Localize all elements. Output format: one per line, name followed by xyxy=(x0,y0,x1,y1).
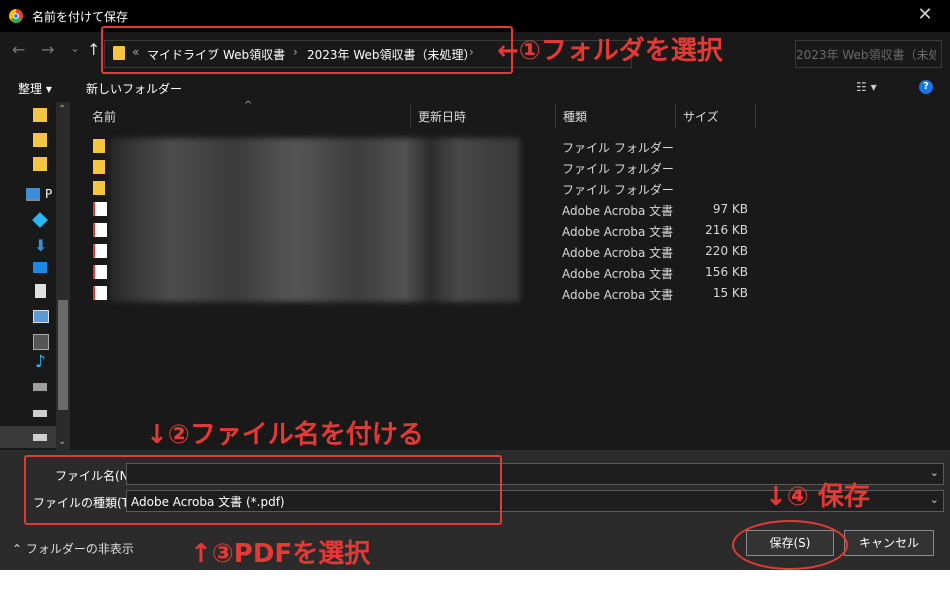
drive-icon[interactable] xyxy=(33,410,47,417)
file-size[interactable]: 97 KB xyxy=(690,202,748,216)
file-type[interactable]: Adobe Acroba 文書 xyxy=(562,223,673,240)
folder-icon xyxy=(93,139,105,153)
drive-icon[interactable] xyxy=(33,434,47,441)
organize-button[interactable]: 整理 ▾ xyxy=(18,80,52,97)
annotation-step2: ↓②ファイル名を付ける xyxy=(146,420,424,450)
sidebar-item-selected[interactable] xyxy=(0,426,56,448)
recent-locations-icon[interactable]: ⌄ xyxy=(70,41,80,55)
chevron-down-icon[interactable]: ⌄ xyxy=(930,466,939,479)
annotation-circle-save xyxy=(732,520,848,570)
back-icon[interactable]: ← xyxy=(12,40,25,59)
column-divider[interactable] xyxy=(675,104,676,128)
column-header-modified[interactable]: 更新日時 xyxy=(418,108,466,125)
annotation-step3: ↑③PDFを選択 xyxy=(190,539,371,569)
desktop-icon[interactable] xyxy=(33,262,47,273)
pdf-file-icon xyxy=(93,202,107,216)
close-icon[interactable]: ✕ xyxy=(910,4,940,25)
blurred-file-names xyxy=(110,138,520,302)
folder-icon[interactable] xyxy=(33,157,47,171)
column-header-size[interactable]: サイズ xyxy=(683,108,719,125)
help-icon[interactable]: ? xyxy=(919,80,933,94)
up-icon[interactable]: ↑ xyxy=(87,40,100,59)
hide-folders-label: フォルダーの非表示 xyxy=(25,542,134,556)
search-placeholder: 2023年 Web領収書（未処理... xyxy=(796,48,936,62)
music-icon[interactable]: ♪ xyxy=(35,352,46,372)
sort-caret-icon: ^ xyxy=(244,100,253,111)
chevron-down-icon[interactable]: ⌄ xyxy=(58,436,66,447)
sidebar-scroll-thumb[interactable] xyxy=(58,300,68,410)
chevron-down-icon[interactable]: ⌄ xyxy=(930,493,939,506)
column-divider[interactable] xyxy=(555,104,556,128)
folder-icon xyxy=(93,181,105,195)
file-type[interactable]: ファイル フォルダー xyxy=(562,139,674,156)
file-type[interactable]: Adobe Acroba 文書 xyxy=(562,202,673,219)
folder-icon xyxy=(93,160,105,174)
pdf-file-icon xyxy=(93,286,107,300)
chevron-up-icon[interactable]: ⌃ xyxy=(58,104,66,115)
file-size[interactable]: 15 KB xyxy=(690,286,748,300)
drive-icon[interactable] xyxy=(33,383,47,391)
annotation-box-form xyxy=(24,455,502,525)
column-divider[interactable] xyxy=(755,104,756,128)
videos-icon[interactable] xyxy=(33,334,49,350)
file-size[interactable]: 156 KB xyxy=(690,265,748,279)
chrome-icon xyxy=(9,9,23,23)
pictures-icon[interactable] xyxy=(33,310,49,323)
pdf-file-icon xyxy=(93,223,107,237)
annotation-box-folder xyxy=(101,26,513,74)
forward-icon[interactable]: → xyxy=(41,40,54,59)
file-size[interactable]: 220 KB xyxy=(690,244,748,258)
annotation-step1: ←①フォルダを選択 xyxy=(497,36,723,66)
file-type[interactable]: ファイル フォルダー xyxy=(562,181,674,198)
new-folder-button[interactable]: 新しいフォルダー xyxy=(86,80,182,97)
column-header-type[interactable]: 種類 xyxy=(563,108,587,125)
window-title: 名前を付けて保存 xyxy=(32,10,129,24)
annotation-step4: ↓④ 保存 xyxy=(765,482,870,512)
view-options-button[interactable]: ☷ ▾ xyxy=(856,80,877,94)
hide-folders-toggle[interactable]: ⌃ フォルダーの非表示 xyxy=(12,540,134,557)
pc-icon[interactable] xyxy=(26,188,40,201)
downloads-icon[interactable]: ⬇ xyxy=(34,236,47,255)
sidebar-item-pc[interactable]: P xyxy=(45,187,52,201)
documents-icon[interactable] xyxy=(35,284,46,298)
pdf-file-icon xyxy=(93,244,107,258)
file-type[interactable]: Adobe Acroba 文書 xyxy=(562,244,673,261)
column-divider[interactable] xyxy=(410,104,411,128)
file-size[interactable]: 216 KB xyxy=(690,223,748,237)
file-type[interactable]: ファイル フォルダー xyxy=(562,160,674,177)
folder-icon[interactable] xyxy=(33,133,47,147)
file-type[interactable]: Adobe Acroba 文書 xyxy=(562,265,673,282)
file-type[interactable]: Adobe Acroba 文書 xyxy=(562,286,673,303)
cancel-button[interactable]: キャンセル xyxy=(844,530,934,556)
command-toolbar: 整理 ▾ 新しいフォルダー ☷ ▾ ? xyxy=(0,74,950,102)
folder-icon[interactable] xyxy=(33,108,47,122)
search-input[interactable]: 2023年 Web領収書（未処理... xyxy=(795,40,942,68)
chevron-up-icon: ⌃ xyxy=(12,542,23,556)
pdf-file-icon xyxy=(93,265,107,279)
column-header-name[interactable]: 名前 xyxy=(92,108,116,125)
